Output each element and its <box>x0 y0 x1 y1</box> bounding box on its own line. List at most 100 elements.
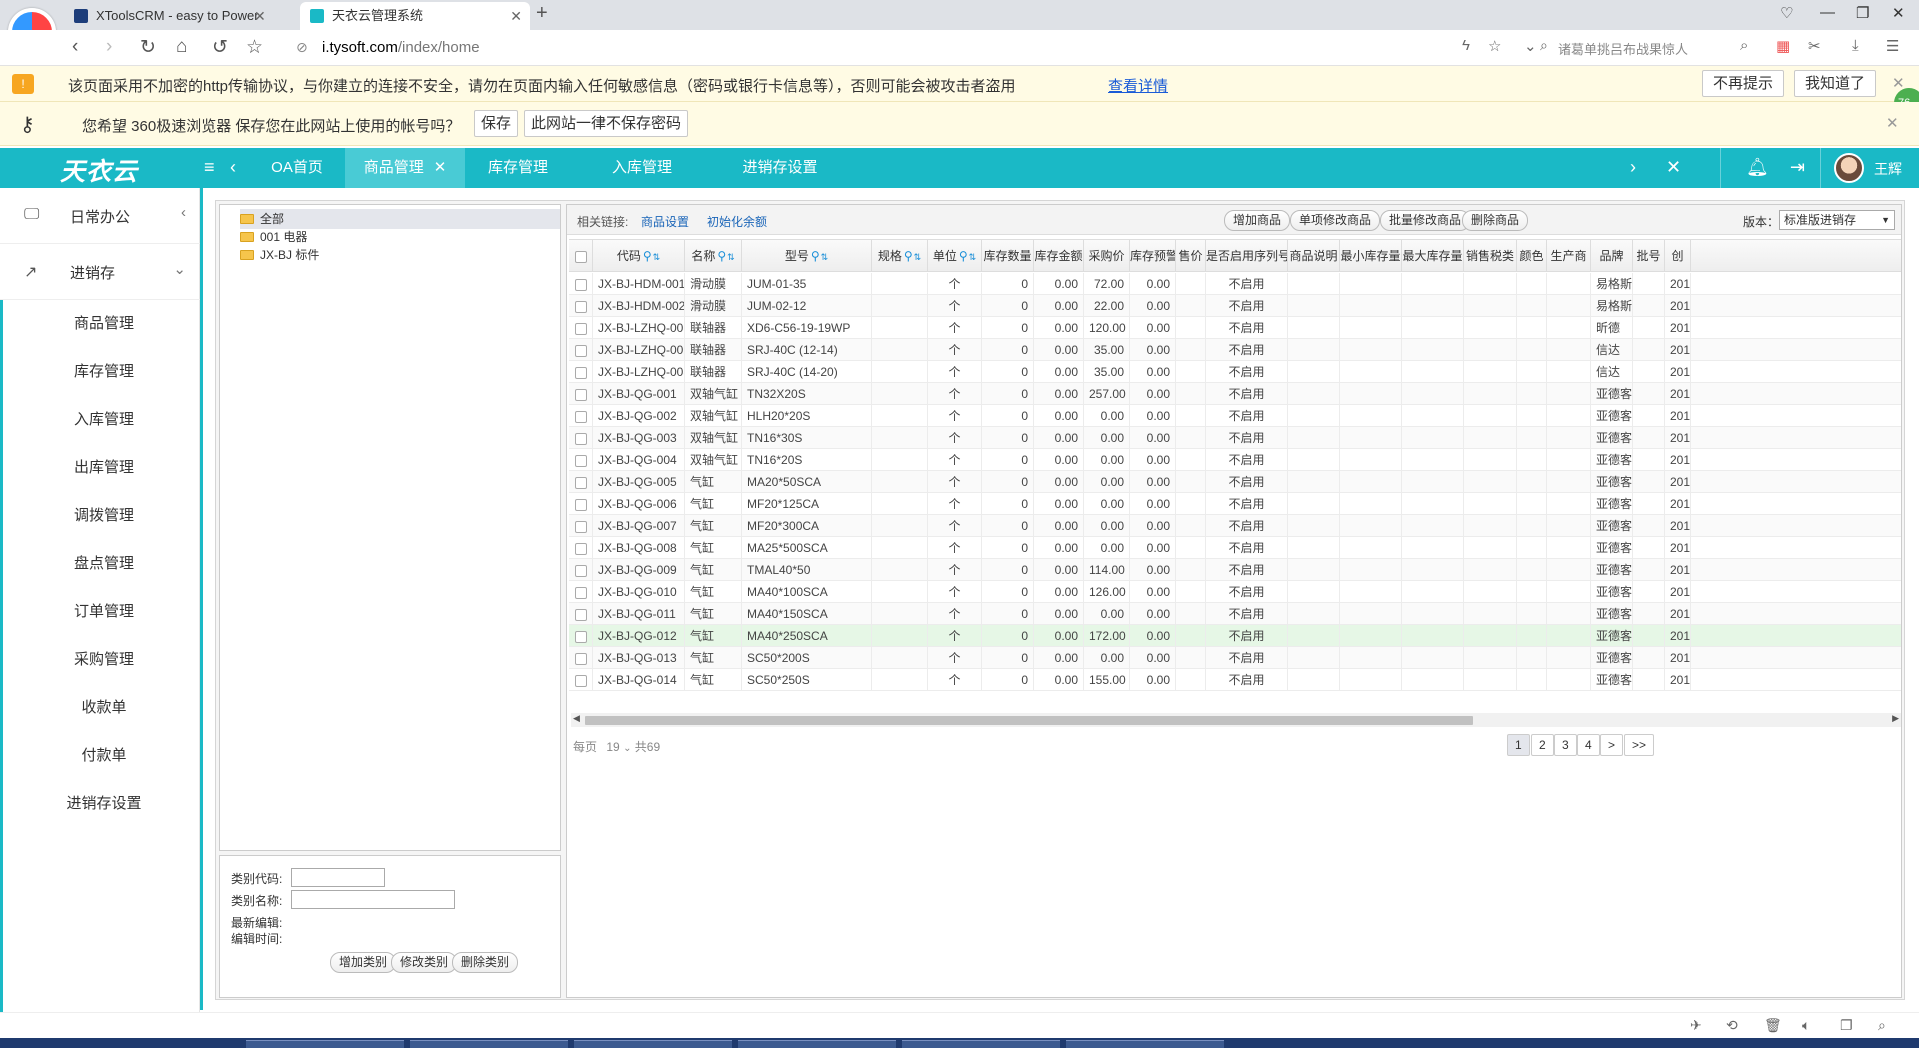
row-checkbox[interactable] <box>574 388 587 401</box>
table-row[interactable]: JX-BJ-QG-002 双轴气缸 HLH20*20S 个 0 0.00 0.00 0.00 不… <box>569 405 1901 427</box>
avatar[interactable] <box>1834 153 1864 183</box>
column-header[interactable]: 库存金额 <box>1034 240 1084 272</box>
rocket-icon[interactable]: ✈ <box>1690 1017 1702 1034</box>
sidebar-item-stock[interactable]: 库存管理 <box>0 348 200 396</box>
add-category-button[interactable]: 增加类别 <box>330 952 397 973</box>
chevron-down-icon[interactable]: ⌄ <box>623 743 631 754</box>
sidebar-group-inventory[interactable]: ↗ 进销存 ⌄ <box>0 244 200 300</box>
taskbar-item[interactable] <box>902 1040 1060 1048</box>
browser-tab-xtoolscrm[interactable]: XToolsCRM - easy to Power <box>64 2 284 30</box>
menu-icon[interactable]: ☰ <box>1886 37 1899 55</box>
close-tab-icon[interactable]: ✕ <box>510 2 522 30</box>
sidebar-item-settings[interactable]: 进销存设置 <box>0 780 200 828</box>
undo-icon[interactable]: ↺ <box>212 36 228 59</box>
table-row[interactable]: JX-BJ-QG-004 双轴气缸 TN16*20S 个 0 0.00 0.00 0.00 不启… <box>569 449 1901 471</box>
column-header[interactable]: 规格 ⚲⇅ <box>872 240 928 272</box>
column-header[interactable]: 库存数量 <box>982 240 1034 272</box>
page-button[interactable]: >> <box>1624 734 1655 756</box>
select-all-checkbox[interactable] <box>574 250 587 263</box>
tab-inventory-settings[interactable]: 进销存设置 <box>724 148 836 188</box>
column-search-icon[interactable]: ⚲ <box>643 249 652 263</box>
column-header[interactable]: 单位 ⚲⇅ <box>928 240 982 272</box>
new-tab-button[interactable]: + <box>536 2 548 25</box>
tab-inbound-management[interactable]: 入库管理 <box>600 148 684 188</box>
column-search-icon[interactable]: ⚲ <box>959 249 968 263</box>
row-checkbox[interactable] <box>574 630 587 643</box>
tab-inventory-management[interactable]: 库存管理 <box>476 148 560 188</box>
save-password-button[interactable]: 保存 <box>474 110 519 137</box>
column-search-icon[interactable]: ⚲ <box>904 249 913 263</box>
table-row[interactable]: JX-BJ-QG-012 气缸 MA40*250SCA 个 0 0.00 172.00 0.0… <box>569 625 1901 647</box>
never-save-password-button[interactable]: 此网站一律不保存密码 <box>524 110 689 137</box>
table-row[interactable]: JX-BJ-QG-009 气缸 TMAL40*50 个 0 0.00 114.00 0.00 不… <box>569 559 1901 581</box>
category-name-input[interactable] <box>291 890 455 909</box>
sidebar-item-payment[interactable]: 付款单 <box>0 732 200 780</box>
window-close-icon[interactable]: ✕ <box>1892 4 1905 22</box>
column-header[interactable]: 颜色 <box>1517 240 1547 272</box>
row-checkbox[interactable] <box>574 432 587 445</box>
user-name[interactable]: 王辉 <box>1874 159 1902 179</box>
bookmark-star-icon[interactable]: ☆ <box>246 36 263 59</box>
chevron-right-icon[interactable]: › <box>1630 157 1636 178</box>
add-product-button[interactable]: 增加商品 <box>1224 210 1291 231</box>
row-checkbox[interactable] <box>574 300 587 313</box>
column-sort-icon[interactable]: ⇅ <box>969 252 977 262</box>
bell-icon[interactable]: 🔔︎ <box>1746 157 1769 178</box>
browser-search-input[interactable]: 诸葛单挑吕布战果惊人 <box>1558 39 1688 58</box>
home-icon[interactable]: ⌂ <box>176 36 187 58</box>
browser-tab-tysoft[interactable]: 天衣云管理系统 ✕ <box>300 2 530 30</box>
row-checkbox[interactable] <box>574 322 587 335</box>
row-checkbox[interactable] <box>574 564 587 577</box>
table-row[interactable]: JX-BJ-QG-006 气缸 MF20*125CA 个 0 0.00 0.00 0.00 不启… <box>569 493 1901 515</box>
tab-oa-home[interactable]: OA首页 <box>256 148 338 188</box>
chevron-left-icon[interactable]: ‹ <box>230 157 236 178</box>
column-header[interactable]: 创 <box>1665 240 1691 272</box>
column-header[interactable]: 采购价 <box>1084 240 1130 272</box>
sidebar-item-outbound[interactable]: 出库管理 <box>0 444 200 492</box>
download-icon[interactable]: ⤓ <box>1852 37 1859 54</box>
apps-icon[interactable]: ▦ <box>1776 37 1790 55</box>
chevron-down-icon[interactable]: ⌄ <box>1524 37 1537 55</box>
got-it-button[interactable]: 我知道了 <box>1794 70 1877 97</box>
tree-node-all[interactable]: 全部 <box>240 209 560 229</box>
column-sort-icon[interactable]: ⇅ <box>653 252 661 262</box>
init-balance-link[interactable]: 初始化余额 <box>707 213 767 230</box>
column-header[interactable]: 名称 ⚲⇅ <box>685 240 742 272</box>
scrollbar-thumb[interactable] <box>585 716 1473 725</box>
table-row[interactable]: JX-BJ-QG-014 气缸 SC50*250S 个 0 0.00 155.00 0.00 不… <box>569 669 1901 691</box>
skin-icon[interactable]: ♡ <box>1780 4 1793 22</box>
delete-product-button[interactable]: 删除商品 <box>1462 210 1529 231</box>
taskbar-item[interactable] <box>574 1040 732 1048</box>
back-icon[interactable]: ‹ <box>72 36 78 58</box>
version-select[interactable]: 标准版进销存 <box>1779 210 1895 230</box>
row-checkbox[interactable] <box>574 674 587 687</box>
table-row[interactable]: JX-BJ-HDM-002 滑动膜 JUM-02-12 个 0 0.00 22.00 0.00… <box>569 295 1901 317</box>
logout-icon[interactable]: ⇥ <box>1790 157 1805 178</box>
column-sort-icon[interactable]: ⇅ <box>727 252 735 262</box>
column-header[interactable]: 最小库存量 <box>1340 240 1402 272</box>
taskbar-item[interactable] <box>738 1040 896 1048</box>
column-header[interactable]: 批号 <box>1633 240 1665 272</box>
close-icon[interactable]: ✕ <box>1886 114 1899 132</box>
table-row[interactable]: JX-BJ-QG-010 气缸 MA40*100SCA 个 0 0.00 126.00 0.0… <box>569 581 1901 603</box>
column-header[interactable]: 库存预警 <box>1130 240 1176 272</box>
edit-category-button[interactable]: 修改类别 <box>391 952 458 973</box>
column-header[interactable]: 销售税类 <box>1464 240 1517 272</box>
zoom-icon[interactable]: ⌕ <box>1878 1017 1886 1034</box>
scissors-icon[interactable]: ✂ <box>1808 37 1821 55</box>
table-row[interactable]: JX-BJ-HDM-001 滑动膜 JUM-01-35 个 0 0.00 72.00 0.00… <box>569 273 1901 295</box>
minimize-icon[interactable]: — <box>1820 4 1835 21</box>
row-checkbox[interactable] <box>574 454 587 467</box>
row-checkbox[interactable] <box>574 542 587 555</box>
table-row[interactable]: JX-BJ-QG-001 双轴气缸 TN32X20S 个 0 0.00 257.00 0.00… <box>569 383 1901 405</box>
view-details-link[interactable]: 查看详情 <box>1108 75 1168 96</box>
row-checkbox[interactable] <box>574 498 587 511</box>
page-button[interactable]: 2 <box>1531 734 1554 756</box>
table-row[interactable]: JX-BJ-QG-013 气缸 SC50*200S 个 0 0.00 0.00 0.00 不启用… <box>569 647 1901 669</box>
menu-toggle-icon[interactable]: ≡ <box>204 157 215 178</box>
page-button[interactable]: 1 <box>1507 734 1530 756</box>
table-row[interactable]: JX-BJ-QG-008 气缸 MA25*500SCA 个 0 0.00 0.00 0.00 不… <box>569 537 1901 559</box>
table-row[interactable]: JX-BJ-LZHQ-002 联轴器 SRJ-40C (12-14) 个 0 0.00 35… <box>569 339 1901 361</box>
column-header[interactable]: 售价 <box>1176 240 1206 272</box>
scroll-right-icon[interactable]: ▶ <box>1892 713 1899 724</box>
